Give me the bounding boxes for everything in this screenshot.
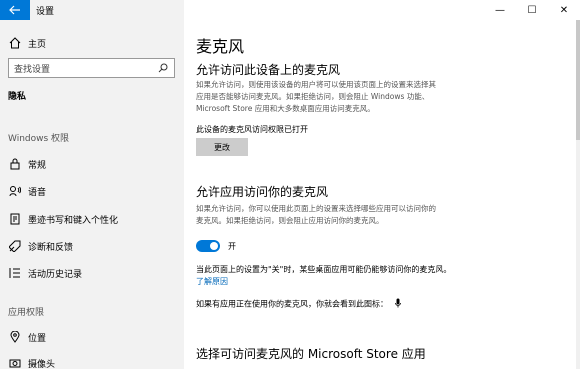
speech-icon bbox=[8, 184, 22, 198]
sidebar-item-inking-typing[interactable]: 墨迹书写和键入个性化 bbox=[0, 208, 184, 230]
sidebar-item-diagnostics[interactable]: 诊断和反馈 bbox=[0, 235, 184, 257]
maximize-button[interactable]: ☐ bbox=[516, 0, 548, 20]
desc-line: 应用是否能够访问麦克风。如果拒绝访问，则会阻止 Windows 功能、 bbox=[196, 92, 430, 101]
toggle-state-label: 开 bbox=[228, 242, 236, 251]
sidebar-item-label: 活动历史记录 bbox=[28, 269, 83, 280]
device-access-description: 如果允许访问，则使用该设备的用户将可以使用该页面上的设置来选择其 应用是否能够访… bbox=[196, 79, 458, 115]
desc-line: Microsoft Store 应用和大多数桌面应用访问麦克风。 bbox=[196, 104, 375, 113]
mic-in-use-hint: 如果有应用正在使用你的麦克风，你就会看到此图标： bbox=[196, 298, 401, 310]
sidebar-item-activity-history[interactable]: 活动历史记录 bbox=[0, 262, 184, 284]
section-heading-store-apps: 选择可访问麦克风的 Microsoft Store 应用 bbox=[196, 347, 426, 361]
main-content: 麦克风 允许访问此设备上的麦克风 如果允许访问，则使用该设备的用户将可以使用该页… bbox=[184, 0, 580, 369]
sidebar-item-label: 主页 bbox=[28, 39, 47, 50]
sidebar-item-label: 位置 bbox=[28, 333, 47, 344]
search-icon[interactable] bbox=[156, 61, 170, 75]
sidebar-item-label: 诊断和反馈 bbox=[28, 242, 74, 253]
section-heading-device-access: 允许访问此设备上的麦克风 bbox=[196, 63, 341, 77]
windows-permissions-heading: Windows 权限 bbox=[8, 134, 70, 144]
sidebar: 设置 主页 查找设置 隐私 Windows 权限 常规 语音 墨迹书写和键入个性… bbox=[0, 0, 184, 369]
titlebar-left: 设置 bbox=[0, 0, 184, 20]
search-placeholder: 查找设置 bbox=[14, 64, 51, 75]
toggle-knob bbox=[210, 242, 218, 250]
sidebar-item-label: 常规 bbox=[28, 160, 47, 171]
app-title: 设置 bbox=[36, 7, 55, 17]
arrow-left-icon bbox=[9, 5, 20, 15]
app-permissions-heading: 应用权限 bbox=[8, 308, 45, 318]
location-icon bbox=[8, 330, 22, 344]
desc-line: 如果允许访问，你可以使用此页面上的设置来选择哪些应用可以访问你的 bbox=[196, 204, 436, 213]
privacy-heading: 隐私 bbox=[8, 92, 27, 102]
sidebar-item-location[interactable]: 位置 bbox=[0, 326, 184, 348]
desktop-apps-note: 当此页面上的设置为"关"时，某些桌面应用可能仍能够访问你的麦克风。 bbox=[196, 265, 452, 274]
home-icon bbox=[8, 36, 22, 50]
window-controls: — ☐ ✕ bbox=[484, 0, 580, 20]
maximize-icon: ☐ bbox=[527, 4, 537, 16]
lock-icon bbox=[8, 157, 22, 171]
back-button[interactable] bbox=[0, 0, 30, 20]
device-access-status: 此设备的麦克风访问权限已打开 bbox=[196, 125, 308, 134]
app-access-toggle[interactable] bbox=[196, 240, 220, 252]
sidebar-item-camera[interactable]: 摄像头 bbox=[0, 352, 184, 369]
scrollbar-thumb[interactable] bbox=[576, 20, 580, 140]
minimize-icon: — bbox=[495, 4, 505, 16]
pen-keyboard-icon bbox=[8, 212, 22, 226]
sidebar-item-label: 摄像头 bbox=[28, 359, 56, 369]
feedback-icon bbox=[8, 239, 22, 253]
section-heading-app-access: 允许应用访问你的麦克风 bbox=[196, 185, 329, 199]
timeline-icon bbox=[8, 266, 22, 280]
app-access-description: 如果允许访问，你可以使用此页面上的设置来选择哪些应用可以访问你的 麦克风。如果拒… bbox=[196, 203, 458, 227]
sidebar-item-label: 语音 bbox=[28, 187, 47, 198]
sidebar-item-general[interactable]: 常规 bbox=[0, 153, 184, 175]
sidebar-item-home[interactable]: 主页 bbox=[0, 33, 184, 53]
desc-line: 如果允许访问，则使用该设备的用户将可以使用该页面上的设置来选择其 bbox=[196, 80, 436, 89]
close-button[interactable]: ✕ bbox=[548, 0, 580, 20]
close-icon: ✕ bbox=[559, 4, 569, 16]
learn-why-link[interactable]: 了解原因 bbox=[196, 276, 228, 287]
page-title: 麦克风 bbox=[196, 37, 245, 56]
camera-icon bbox=[8, 356, 22, 369]
change-button[interactable]: 更改 bbox=[196, 138, 248, 156]
desc-line: 麦克风。如果拒绝访问，则会阻止应用访问你的麦克风。 bbox=[196, 216, 384, 225]
search-input[interactable]: 查找设置 bbox=[8, 58, 175, 78]
minimize-button[interactable]: — bbox=[484, 0, 516, 20]
mic-hint-text: 如果有应用正在使用你的麦克风，你就会看到此图标： bbox=[196, 299, 388, 309]
sidebar-item-speech[interactable]: 语音 bbox=[0, 180, 184, 202]
microphone-icon bbox=[394, 298, 401, 310]
sidebar-item-label: 墨迹书写和键入个性化 bbox=[28, 215, 119, 226]
